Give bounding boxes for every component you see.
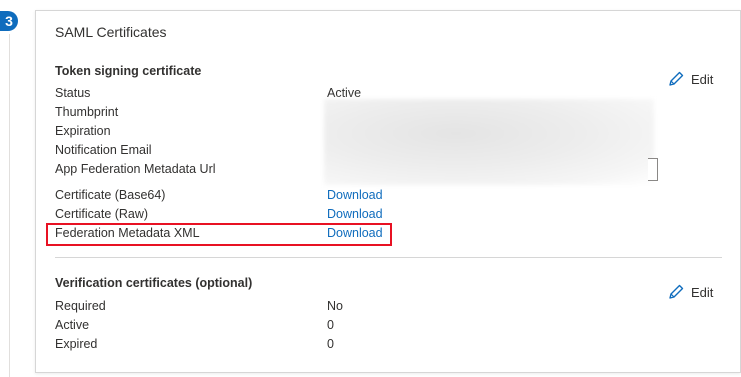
thumbprint-label: Thumbprint <box>55 105 119 119</box>
metadata-url-field-edge[interactable] <box>648 158 658 181</box>
section-divider <box>55 257 722 258</box>
active-label: Active <box>55 318 90 332</box>
expiration-label: Expiration <box>55 124 111 138</box>
status-label: Status <box>55 86 91 100</box>
pencil-icon <box>669 284 684 299</box>
expired-label: Expired <box>55 337 98 351</box>
required-value: No <box>327 299 343 313</box>
active-value: 0 <box>327 318 334 332</box>
federation-xml-highlight-box <box>46 223 392 246</box>
token-signing-edit-button[interactable]: Edit <box>667 70 713 88</box>
metadata-url-label: App Federation Metadata Url <box>55 162 216 176</box>
cert-base64-download-link[interactable]: Download <box>327 188 383 202</box>
cert-raw-label: Certificate (Raw) <box>55 207 149 221</box>
step-number-badge: 3 <box>0 11 18 31</box>
cert-raw-download-link[interactable]: Download <box>327 207 383 221</box>
edit-label: Edit <box>691 71 714 87</box>
notification-email-label: Notification Email <box>55 143 152 157</box>
saml-step-page: 3 SAML Certificates Token signing certif… <box>0 0 741 377</box>
cert-base64-label: Certificate (Base64) <box>55 188 166 202</box>
token-signing-title: Token signing certificate <box>55 64 202 78</box>
step-connector-line <box>9 34 10 377</box>
redacted-values-blur <box>324 99 654 185</box>
verification-title: Verification certificates (optional) <box>55 276 253 290</box>
status-value: Active <box>327 86 362 100</box>
saml-certificates-card: SAML Certificates Token signing certific… <box>35 10 741 373</box>
expired-value: 0 <box>327 337 334 351</box>
card-title: SAML Certificates <box>55 24 167 40</box>
pencil-icon <box>669 71 684 86</box>
edit-label: Edit <box>691 284 714 300</box>
verification-edit-button[interactable]: Edit <box>667 283 713 301</box>
required-label: Required <box>55 299 106 313</box>
